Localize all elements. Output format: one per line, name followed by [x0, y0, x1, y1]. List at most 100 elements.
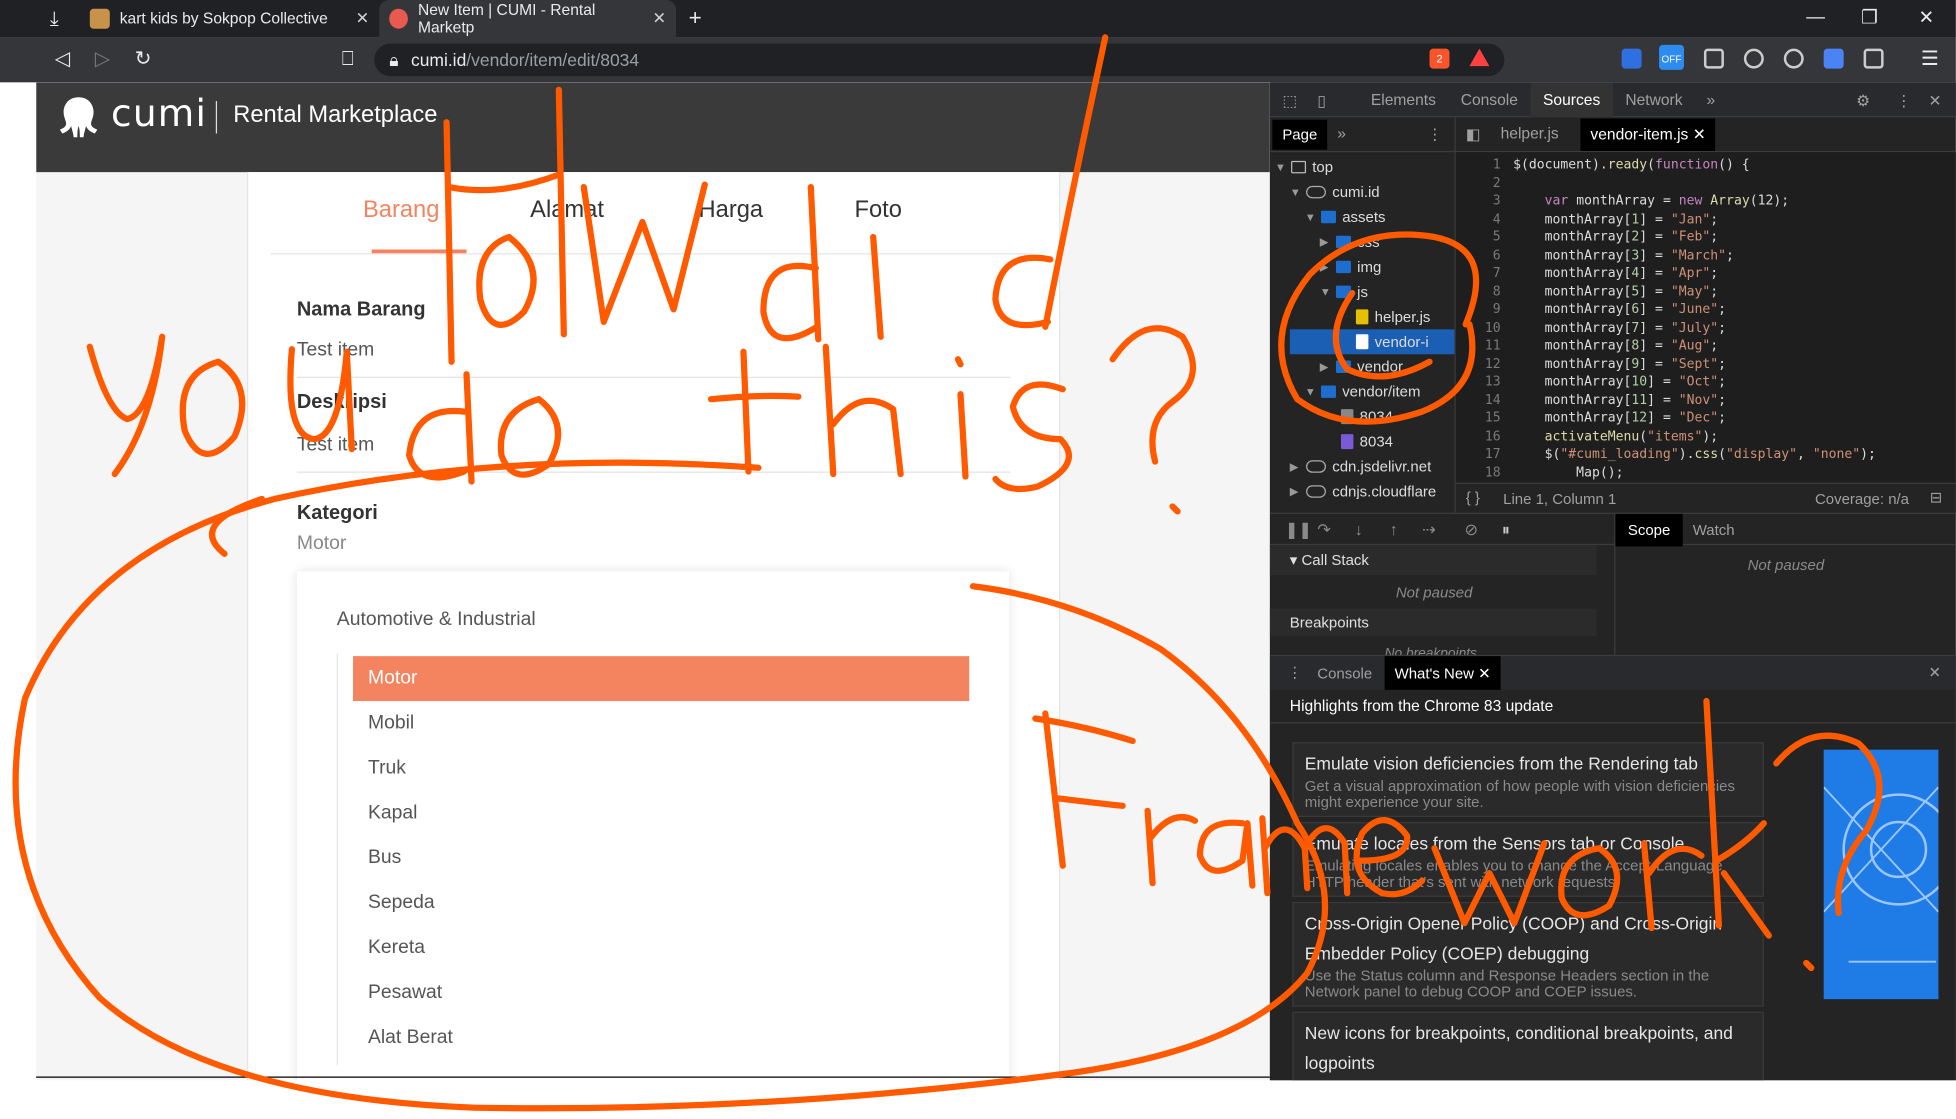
tree-node-vendor[interactable]: ▶ vendor	[1320, 354, 1403, 379]
close-icon[interactable]: ✕	[356, 9, 370, 29]
line-number[interactable]: 10	[1456, 320, 1501, 335]
step-icon[interactable]: ⇢	[1422, 520, 1436, 540]
settings-gear-icon[interactable]: ⚙	[1856, 91, 1870, 109]
tree-node-css[interactable]: ▶ css	[1320, 230, 1380, 255]
more-tabs-icon[interactable]: »	[1706, 91, 1715, 108]
category-option-alat-berat[interactable]: Alat Berat	[353, 1015, 969, 1060]
close-icon[interactable]: ✕	[1693, 126, 1706, 143]
line-number[interactable]: 18	[1456, 465, 1501, 480]
navigator-menu-icon[interactable]: ⋮	[1427, 125, 1443, 143]
toggle-navigator-icon[interactable]: ◧	[1466, 125, 1481, 143]
tree-node-8034[interactable]: 8034	[1325, 404, 1393, 429]
whats-new-item[interactable]: Emulate vision deficiencies from the Ren…	[1292, 742, 1764, 818]
whats-new-item[interactable]: Cross-Origin Opener Policy (COOP) and Cr…	[1292, 901, 1764, 1007]
deactivate-breakpoints-icon[interactable]: ⊘	[1464, 520, 1478, 540]
tree-node-helper-js[interactable]: helper.js	[1340, 304, 1430, 329]
line-number[interactable]: 17	[1456, 447, 1501, 462]
line-number[interactable]: 16	[1456, 428, 1501, 443]
download-icon[interactable]: ⤓	[50, 7, 59, 32]
tree-node-jsdelivr[interactable]: ▶ cdn.jsdelivr.net	[1290, 454, 1431, 479]
nama-barang-value[interactable]: Test item	[297, 339, 374, 361]
tab-console[interactable]: Console	[1461, 91, 1518, 108]
line-number[interactable]: 11	[1456, 338, 1501, 353]
whats-new-item[interactable]: Emulate locales from the Sensors tab or …	[1292, 822, 1764, 897]
category-option-kereta[interactable]: Kereta	[353, 926, 969, 971]
step-out-icon[interactable]: ↑	[1390, 520, 1398, 539]
breakpoints-header[interactable]: Breakpoints	[1269, 608, 1597, 637]
maximize-icon[interactable]: ❐	[1861, 6, 1878, 28]
tab-foto[interactable]: Foto	[854, 197, 901, 224]
pause-on-exceptions-icon[interactable]: ⏸︎	[1502, 520, 1510, 540]
drawer-tab-console[interactable]: Console	[1317, 665, 1372, 682]
category-option-motor[interactable]: Motor	[353, 656, 970, 702]
tree-node-assets[interactable]: ▼ assets	[1305, 205, 1386, 230]
bookmark-icon[interactable]: ⎕	[342, 47, 354, 72]
tab-harga[interactable]: Harga	[699, 197, 764, 224]
step-into-icon[interactable]: ↓	[1355, 520, 1363, 539]
tab-elements[interactable]: Elements	[1371, 91, 1436, 108]
minimize-icon[interactable]: —	[1806, 6, 1825, 27]
step-over-icon[interactable]: ↷	[1317, 520, 1331, 540]
translate-icon[interactable]	[1823, 48, 1844, 69]
category-option-sepeda[interactable]: Sepeda	[353, 881, 969, 926]
shield-extension-icon[interactable]	[1621, 48, 1642, 69]
address-bar[interactable]: 🔒︎ cumi.id/vendor/item/edit/8034	[374, 43, 1505, 77]
category-option-mobil[interactable]: Mobil	[353, 701, 969, 746]
tree-node-cloudflare[interactable]: ▶ cdnjs.cloudflare	[1290, 479, 1436, 499]
deskripsi-value[interactable]: Test item	[297, 434, 374, 456]
tree-node-vendor-item-js[interactable]: vendor-i	[1289, 329, 1455, 355]
tab-sources[interactable]: Sources	[1530, 82, 1613, 118]
tab-new-item[interactable]: New Item | CUMI - Rental Marketp ✕	[379, 0, 677, 38]
category-option-kapal[interactable]: Kapal	[353, 791, 969, 836]
tree-node-8034[interactable]: 8034	[1325, 429, 1393, 454]
tab-network[interactable]: Network	[1625, 91, 1682, 108]
tree-node-js[interactable]: ▼ js	[1320, 279, 1368, 304]
drawer-tab-whats-new[interactable]: What's New ✕	[1384, 656, 1501, 692]
close-drawer-icon[interactable]: ✕	[1928, 664, 1941, 681]
line-number[interactable]: 12	[1456, 356, 1501, 371]
menu-icon[interactable]: ☰	[1921, 47, 1939, 72]
tab-kart-kids[interactable]: kart kids by Sokpop Collective ✕	[80, 0, 379, 37]
file-tab-helper-js[interactable]: helper.js	[1501, 125, 1559, 142]
close-icon[interactable]: ✕	[653, 9, 667, 29]
line-number[interactable]: 3	[1456, 193, 1501, 208]
tab-scope[interactable]: Scope	[1615, 513, 1683, 547]
drawer-menu-icon[interactable]: ⋮	[1287, 664, 1302, 681]
call-stack-header[interactable]: ▾ Call Stack	[1269, 545, 1597, 576]
coverage-icon[interactable]: ⊟	[1930, 489, 1943, 506]
line-number[interactable]: 1	[1456, 157, 1501, 172]
tree-node-cumi[interactable]: ▼ cumi.id	[1290, 180, 1380, 205]
reload-icon[interactable]: ↻	[135, 47, 152, 72]
tab-alamat[interactable]: Alamat	[530, 197, 604, 224]
line-number[interactable]: 8	[1456, 284, 1501, 299]
category-option-pesawat[interactable]: Pesawat	[353, 970, 969, 1015]
inspect-icon[interactable]: ⬚	[1282, 91, 1297, 109]
extension-icon[interactable]	[1863, 48, 1884, 69]
code-editor[interactable]: 1 $(document).ready(function() {2 3 var mo…	[1454, 152, 1956, 483]
close-icon[interactable]: ✕	[1478, 665, 1491, 682]
extension-icon[interactable]	[1703, 48, 1724, 69]
category-option-truk[interactable]: Truk	[353, 746, 969, 791]
close-devtools-icon[interactable]: ✕	[1928, 91, 1941, 109]
extension-icon[interactable]	[1743, 48, 1764, 69]
line-number[interactable]: 6	[1456, 248, 1501, 263]
tab-barang[interactable]: Barang	[363, 197, 439, 224]
tree-node-vendor-item[interactable]: ▼ vendor/item	[1305, 379, 1421, 404]
line-number[interactable]: 2	[1456, 175, 1501, 190]
off-extension-icon[interactable]: OFF	[1659, 44, 1684, 70]
new-tab-icon[interactable]: +	[689, 5, 702, 31]
brave-rewards-icon[interactable]	[1469, 48, 1490, 67]
line-number[interactable]: 7	[1456, 266, 1501, 281]
line-number[interactable]: 5	[1456, 230, 1501, 245]
tree-node-top[interactable]: ▼ top	[1275, 155, 1333, 180]
file-tab-vendor-item-js[interactable]: vendor-item.js ✕	[1580, 118, 1716, 151]
line-number[interactable]: 13	[1456, 374, 1501, 389]
whats-new-item[interactable]: New icons for breakpoints, conditional b…	[1292, 1011, 1764, 1081]
extension-icon[interactable]	[1783, 48, 1804, 69]
line-number[interactable]: 4	[1456, 211, 1501, 226]
line-number[interactable]: 15	[1456, 410, 1501, 425]
tree-node-img[interactable]: ▶ img	[1320, 254, 1382, 279]
pause-icon[interactable]: ❚❚	[1285, 520, 1312, 540]
more-options-icon[interactable]: ⋮	[1896, 91, 1912, 109]
forward-icon[interactable]: ▷	[95, 47, 110, 72]
